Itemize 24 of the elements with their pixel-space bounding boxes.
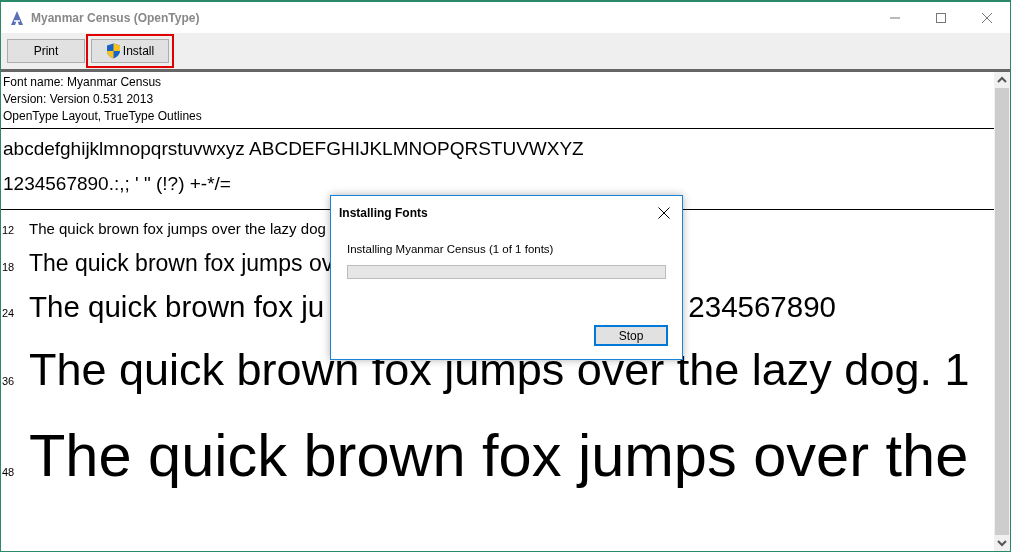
progress-message: Installing Myanmar Census (1 of 1 fonts) [347,242,555,257]
dialog-title: Installing Fonts [339,205,428,222]
stop-button[interactable]: Stop [594,325,668,346]
sample-text: The quick brown fox jumps over the lazy dog [29,220,326,239]
sample-text: 234567890 [688,288,837,325]
character-sample: abcdefghijklmnopqrstuvwxyz ABCDEFGHIJKLMNOPQRSTUVWXYZ [3,137,585,161]
info-line: Font name: Myanmar Census [3,74,163,91]
window-title: Myanmar Census (OpenType) [31,9,200,27]
scroll-thumb[interactable] [995,88,1009,535]
close-icon[interactable] [658,207,670,219]
sample-text: The quick brown fox ju [29,288,325,325]
app-icon [9,9,25,26]
maximize-icon[interactable] [936,12,946,23]
size-label: 24 [1,305,16,321]
size-label: 36 [1,374,16,390]
size-label: 12 [1,223,16,238]
scrollbar[interactable] [994,72,1010,551]
sample-text: The quick brown fox jumps over the [29,420,969,491]
size-label: 48 [1,464,16,480]
size-label: 18 [1,259,16,275]
info-line: OpenType Layout, TrueType Outlines [3,108,203,125]
info-line: Version: Version 0.531 2013 [3,91,155,108]
character-sample: 1234567890.:,; ' " (!?) +-*/= [3,172,232,196]
print-button[interactable]: Print [7,39,85,63]
